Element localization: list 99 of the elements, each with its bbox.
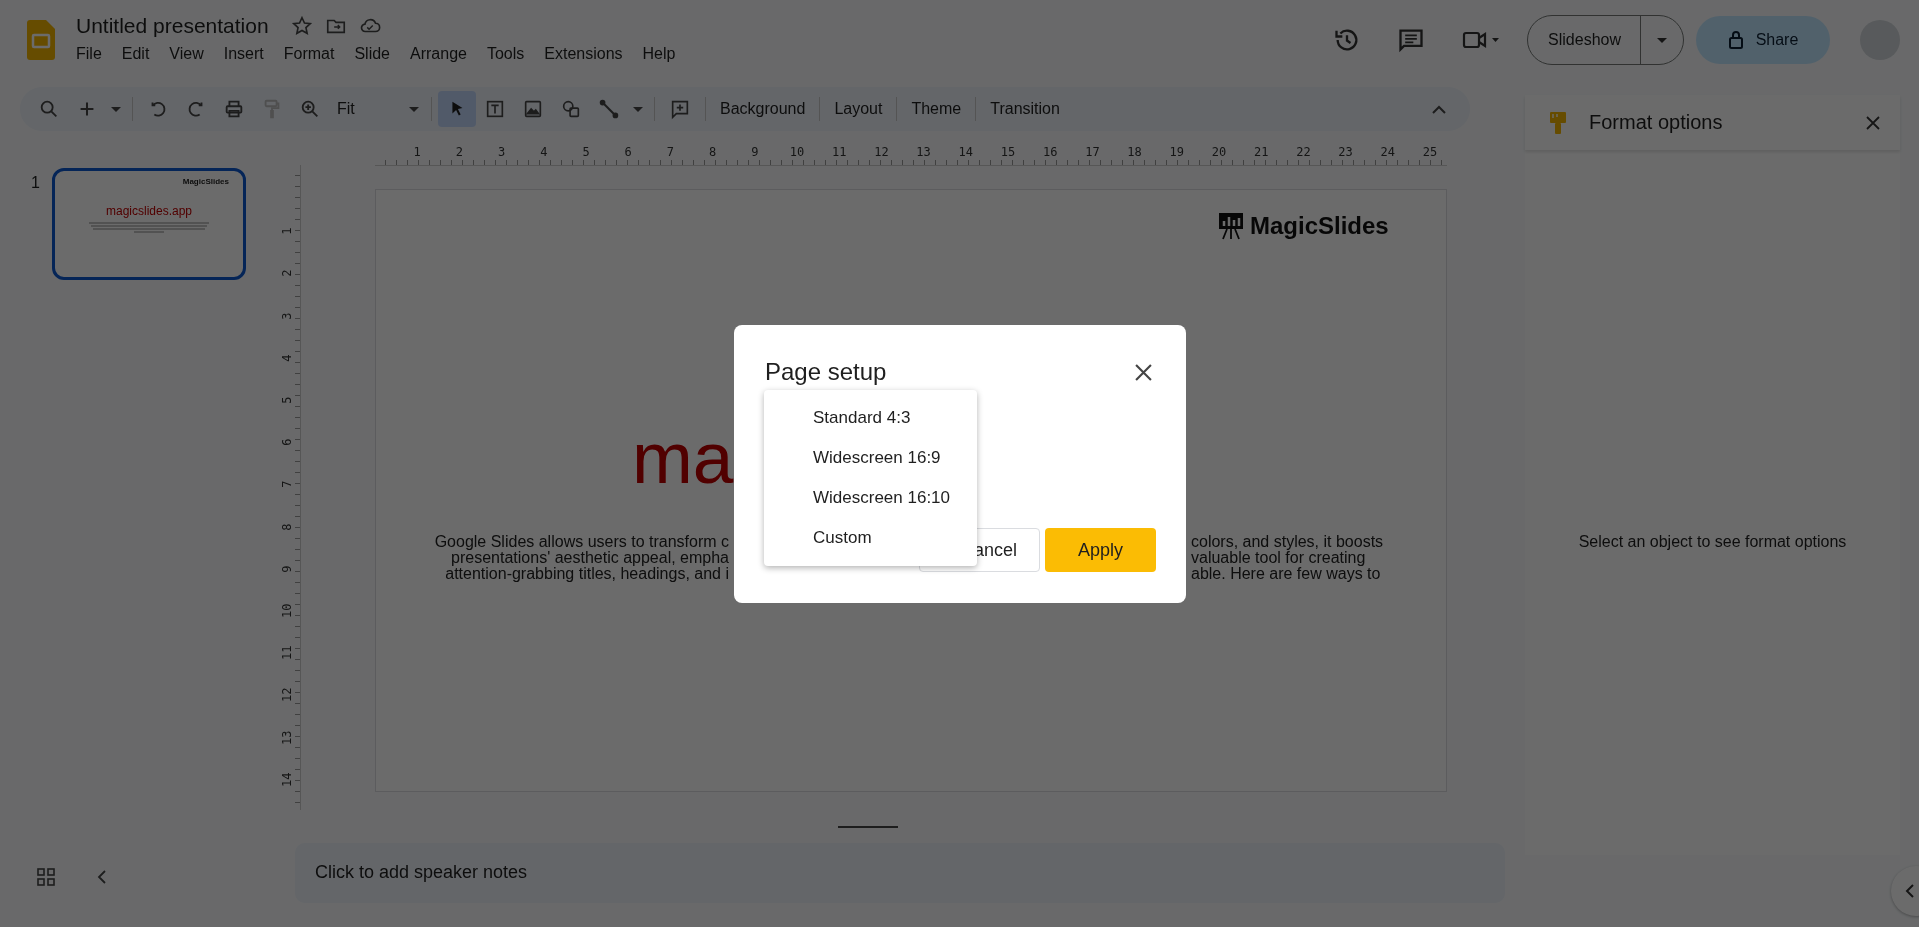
- slide-body-text: valuable tool for creating: [1191, 550, 1366, 566]
- ruler-number: 2: [280, 268, 294, 279]
- resize-handle[interactable]: [837, 825, 898, 828]
- ruler-number: 2: [454, 145, 464, 159]
- apply-button[interactable]: Apply: [1045, 528, 1156, 572]
- collapse-left-icon[interactable]: [97, 869, 107, 885]
- dialog-title: Page setup: [765, 358, 887, 386]
- menu-item[interactable]: Slide: [348, 43, 396, 65]
- ruler-number: 20: [1210, 145, 1228, 159]
- ruler-number: 11: [280, 646, 294, 661]
- ruler-number: 25: [1421, 145, 1439, 159]
- slide-thumbnail[interactable]: MagicSlides magicslides.app: [52, 168, 246, 280]
- ruler-number: 3: [496, 145, 507, 159]
- add-comment-icon: [669, 98, 691, 120]
- slide-number: 1: [30, 173, 41, 193]
- ruler-number: 23: [1337, 145, 1354, 159]
- ruler-number: 9: [280, 564, 294, 575]
- collapse-icon[interactable]: [1432, 104, 1446, 114]
- shapes-icon: [560, 98, 582, 120]
- menu-item[interactable]: Edit: [115, 43, 156, 65]
- ruler-number: 1: [280, 226, 294, 237]
- ruler-number: 17: [1084, 145, 1101, 159]
- ruler-number: 13: [915, 145, 932, 159]
- ruler-number: 1: [412, 145, 422, 159]
- ruler-number: 15: [999, 145, 1017, 159]
- chevron-left-icon: [1905, 883, 1915, 899]
- line-icon: [598, 98, 620, 120]
- easel-chart-icon: [1218, 212, 1244, 240]
- dropdown-option[interactable]: Widescreen 16:9: [764, 438, 977, 478]
- document-title[interactable]: Untitled presentation: [76, 14, 269, 38]
- ruler-number: 7: [280, 479, 294, 490]
- grid-view-icon[interactable]: [37, 868, 55, 886]
- menu-item[interactable]: Arrange: [404, 43, 473, 65]
- star-icon[interactable]: [290, 15, 313, 37]
- slide-body-text: colors, and styles, it boosts: [1191, 534, 1384, 550]
- ruler-number: 8: [707, 145, 718, 159]
- caret-icon: [111, 106, 121, 112]
- ruler-number: 24: [1379, 145, 1396, 159]
- ruler-number: 9: [750, 145, 760, 159]
- ruler-number: 5: [581, 145, 591, 159]
- ruler-number: 12: [280, 688, 294, 703]
- panel-title: Format options: [1589, 111, 1723, 134]
- ruler-number: 5: [280, 395, 294, 406]
- caret-icon: [409, 106, 419, 112]
- menu-item[interactable]: View: [163, 43, 210, 65]
- toolbar-text-button[interactable]: Layout: [826, 91, 891, 127]
- ruler-number: 18: [1126, 145, 1143, 159]
- share-button[interactable]: Share: [1696, 16, 1830, 64]
- close-icon[interactable]: [1135, 363, 1152, 381]
- ruler-number: 3: [280, 311, 294, 322]
- ruler-number: 21: [1252, 145, 1270, 159]
- lock-icon: [1727, 30, 1744, 50]
- ruler-number: 14: [957, 145, 974, 159]
- menu-item[interactable]: Help: [636, 43, 682, 65]
- menu-item[interactable]: Insert: [217, 43, 270, 65]
- slide-body-text: Google Slides allows users to transform c: [434, 534, 729, 550]
- ruler-number: 8: [280, 522, 294, 533]
- ruler-number: 19: [1168, 145, 1185, 159]
- printer-icon: [223, 98, 245, 120]
- ruler-number: 4: [280, 353, 294, 364]
- thumbnail-logo: MagicSlides: [182, 177, 229, 186]
- menu-item[interactable]: File: [70, 43, 108, 65]
- search-icon: [38, 98, 60, 120]
- image-icon: [522, 98, 544, 120]
- paint-roller-icon: [1549, 110, 1567, 135]
- caret-icon: [1657, 37, 1667, 43]
- ruler-number: 7: [665, 145, 675, 159]
- slide-body-text: able. Here are few ways to: [1191, 566, 1381, 582]
- toolbar-text-button[interactable]: Background: [712, 91, 814, 127]
- panel-hint: Select an object to see format options: [1578, 533, 1847, 550]
- ruler-number: 6: [280, 437, 294, 448]
- dropdown-option[interactable]: Standard 4:3: [764, 398, 977, 438]
- speaker-notes-field[interactable]: Click to add speaker notes: [295, 843, 1505, 903]
- ruler-number: 22: [1295, 145, 1312, 159]
- zoom-in-icon: [299, 98, 321, 120]
- ruler-number: 16: [1041, 145, 1059, 159]
- ruler-number: 13: [280, 730, 294, 745]
- ruler-number: 12: [873, 145, 890, 159]
- dropdown-option[interactable]: Widescreen 16:10: [764, 478, 977, 518]
- ruler-number: 10: [788, 145, 806, 159]
- menu-item[interactable]: Tools: [480, 43, 531, 65]
- ruler-number: 11: [830, 145, 848, 159]
- select-tool-button[interactable]: [438, 91, 476, 127]
- ruler-number: 14: [280, 772, 294, 787]
- ruler-number: 6: [623, 145, 633, 159]
- caret-icon: [633, 106, 643, 112]
- text-box-icon: [484, 98, 506, 120]
- slide-body-text: presentations' aesthetic appeal, empha: [451, 550, 729, 566]
- thumbnail-title: magicslides.app: [105, 204, 192, 218]
- ruler-number: 10: [280, 604, 294, 618]
- toolbar-text-button[interactable]: Theme: [903, 91, 970, 127]
- ruler-number: 4: [539, 145, 549, 159]
- slide-body-text: attention-grabbing titles, headings, and i: [445, 566, 729, 582]
- slide-title: ma: [632, 416, 734, 500]
- slide-logo-text: MagicSlides: [1250, 212, 1389, 240]
- zoom-dropdown[interactable]: Fit: [329, 91, 425, 127]
- toolbar-text-button[interactable]: Transition: [982, 91, 1068, 127]
- menu-item[interactable]: Extensions: [538, 43, 629, 65]
- menu-item[interactable]: Format: [277, 43, 341, 65]
